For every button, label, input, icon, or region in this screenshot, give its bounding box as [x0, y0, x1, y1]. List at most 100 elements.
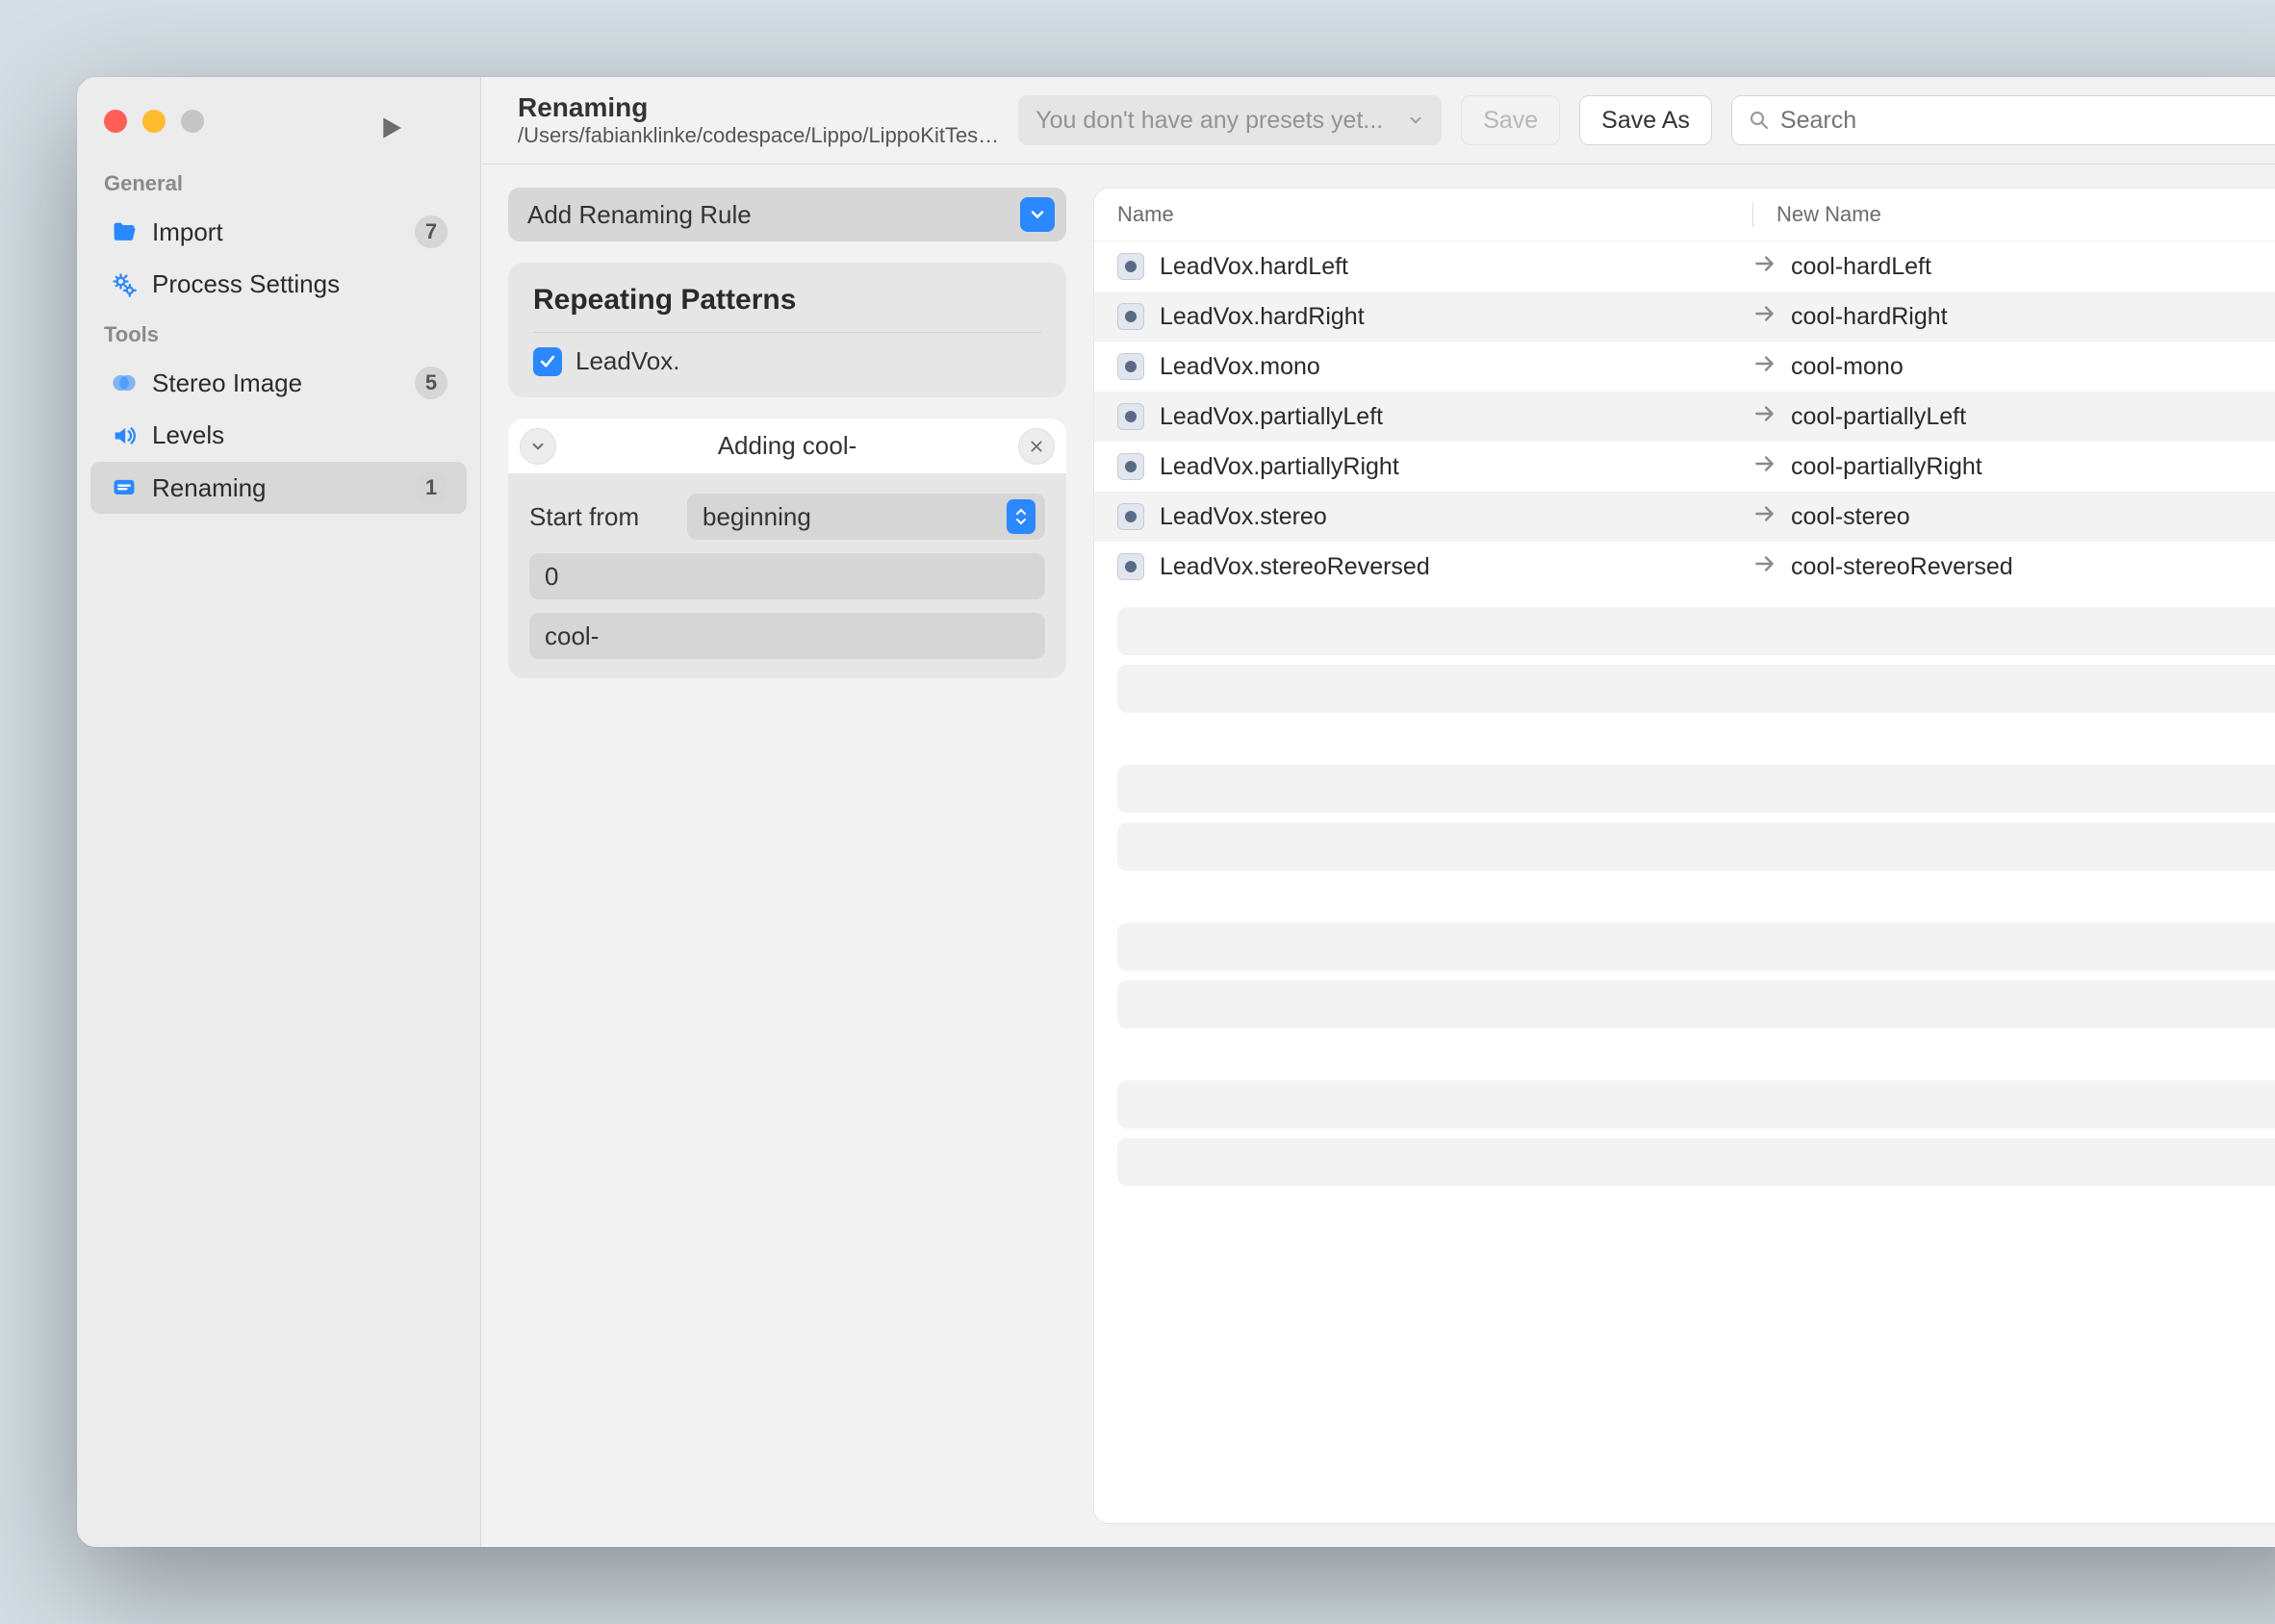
rule-header: Adding cool-	[508, 419, 1066, 474]
minimize-window-button[interactable]	[142, 110, 166, 133]
text-value: cool-	[545, 622, 599, 651]
folder-open-icon	[110, 217, 139, 246]
stepper-icon	[1007, 499, 1035, 534]
rules-column: Add Renaming Rule Repeating Patterns Lea…	[508, 188, 1066, 1524]
sidebar-item-renaming[interactable]: Renaming1	[90, 462, 467, 514]
file-name: LeadVox.hardRight	[1160, 303, 1752, 331]
preset-placeholder: You don't have any presets yet...	[1035, 107, 1383, 135]
file-name: LeadVox.hardLeft	[1160, 253, 1752, 281]
new-file-name: cool-stereo	[1791, 503, 1910, 531]
file-name: LeadVox.partiallyLeft	[1160, 403, 1752, 431]
table-row[interactable]: LeadVox.mono cool-mono	[1094, 342, 2275, 392]
rule-card: Adding cool- Start from beginning	[508, 419, 1066, 678]
remove-rule-button[interactable]	[1018, 428, 1055, 465]
search-input[interactable]	[1780, 107, 2275, 135]
sidebar-item-levels[interactable]: Levels	[90, 411, 467, 460]
start-from-select[interactable]: beginning	[687, 494, 1045, 540]
col-newname: New Name	[1777, 202, 1881, 227]
zoom-window-button[interactable]	[181, 110, 204, 133]
collapse-rule-button[interactable]	[520, 428, 556, 465]
empty-row-pair	[1094, 923, 2275, 1028]
table-row[interactable]: LeadVox.partiallyLeft cool-partiallyLeft	[1094, 392, 2275, 442]
sidebar-item-process-settings[interactable]: Process Settings	[90, 260, 467, 309]
new-file-name: cool-partiallyLeft	[1791, 403, 1966, 431]
preset-dropdown[interactable]: You don't have any presets yet...	[1018, 95, 1442, 145]
arrow-right-icon	[1752, 351, 1791, 383]
text-field[interactable]: cool-	[529, 613, 1045, 659]
sidebar-item-label: Process Settings	[152, 269, 447, 299]
patterns-title: Repeating Patterns	[533, 284, 1041, 317]
pattern-text: LeadVox.	[575, 346, 679, 376]
sidebar-item-import[interactable]: Import 7	[90, 206, 467, 258]
title-block: Renaming /Users/fabianklinke/codespace/L…	[518, 92, 999, 148]
table-row[interactable]: LeadVox.hardRightcool-hardRight	[1094, 292, 2275, 342]
stereo-icon	[110, 368, 139, 397]
rule-body: Start from beginning 0	[508, 474, 1066, 678]
arrow-right-icon	[1752, 501, 1791, 533]
new-file-name: cool-mono	[1791, 353, 1904, 381]
repeating-patterns-card: Repeating Patterns LeadVox.	[508, 263, 1066, 397]
chevron-down-icon	[1020, 197, 1055, 232]
sidebar-item-badge: 1	[415, 471, 447, 504]
index-value: 0	[545, 562, 558, 592]
app-window: GeneralImport7Process SettingsToolsStere…	[77, 77, 2275, 1547]
rename-icon	[110, 473, 139, 502]
search-field[interactable]	[1731, 95, 2275, 145]
empty-row-pair	[1094, 765, 2275, 871]
preview-table: Name New Name LeadVox.hardLeft cool-hardL…	[1093, 188, 2275, 1524]
table-row[interactable]: LeadVox.stereoReversedcool-stereoReverse…	[1094, 542, 2275, 592]
sidebar-item-label: Levels	[152, 420, 447, 450]
window-controls	[77, 94, 480, 160]
file-icon	[1117, 453, 1144, 480]
sidebar-item-label: Stereo Image	[152, 368, 401, 398]
sidebar-section-label: General	[77, 160, 480, 204]
table-row[interactable]: LeadVox.stereocool-stereo	[1094, 492, 2275, 542]
start-from-value: beginning	[703, 502, 811, 532]
checkbox-checked-icon[interactable]	[533, 347, 562, 376]
empty-row	[1117, 765, 2275, 813]
empty-row	[1117, 1080, 2275, 1129]
chevron-down-icon	[529, 438, 547, 455]
main-panel: Renaming /Users/fabianklinke/codespace/L…	[481, 77, 2275, 1547]
arrow-right-icon	[1752, 551, 1791, 583]
pattern-row[interactable]: LeadVox.	[533, 332, 1041, 376]
speaker-icon	[110, 421, 139, 450]
sidebar: GeneralImport7Process SettingsToolsStere…	[77, 77, 481, 1547]
column-divider	[1752, 202, 1753, 227]
add-rule-dropdown[interactable]: Add Renaming Rule	[508, 188, 1066, 241]
file-name: LeadVox.stereoReversed	[1160, 553, 1752, 581]
add-rule-label: Add Renaming Rule	[527, 200, 752, 230]
new-file-name: cool-hardLeft	[1791, 253, 1931, 281]
empty-row	[1117, 980, 2275, 1028]
arrow-right-icon	[1752, 401, 1791, 433]
table-row[interactable]: LeadVox.hardLeft cool-hardLeft	[1094, 241, 2275, 292]
save-button[interactable]: Save	[1461, 95, 1560, 145]
sidebar-item-badge: 7	[415, 216, 447, 248]
toolbar: Renaming /Users/fabianklinke/codespace/L…	[481, 77, 2275, 165]
search-icon	[1748, 109, 1771, 132]
chevron-down-icon	[1407, 112, 1424, 129]
play-button[interactable]	[366, 104, 414, 152]
close-window-button[interactable]	[104, 110, 127, 133]
index-field[interactable]: 0	[529, 553, 1045, 599]
sidebar-item-stereo-image[interactable]: Stereo Image 5	[90, 357, 467, 409]
rule-title: Adding cool-	[568, 431, 1007, 461]
table-header: Name New Name	[1094, 189, 2275, 241]
empty-row	[1117, 1138, 2275, 1186]
table-body: LeadVox.hardLeftcool-hardLeftLeadVox.har…	[1094, 241, 2275, 1523]
save-as-button[interactable]: Save As	[1579, 95, 1712, 145]
table-row[interactable]: LeadVox.partiallyRightcool-partiallyRigh…	[1094, 442, 2275, 492]
file-icon	[1117, 353, 1144, 380]
arrow-right-icon	[1752, 451, 1791, 483]
start-from-label: Start from	[529, 502, 674, 532]
page-title: Renaming	[518, 92, 999, 123]
file-icon	[1117, 303, 1144, 330]
sidebar-item-label: Import	[152, 217, 401, 247]
close-icon	[1029, 439, 1044, 454]
empty-row	[1117, 607, 2275, 655]
file-name: LeadVox.mono	[1160, 353, 1752, 381]
sidebar-item-badge: 5	[415, 367, 447, 399]
gears-icon	[110, 270, 139, 299]
empty-rows-area	[1094, 592, 2275, 1202]
sidebar-section-label: Tools	[77, 311, 480, 355]
